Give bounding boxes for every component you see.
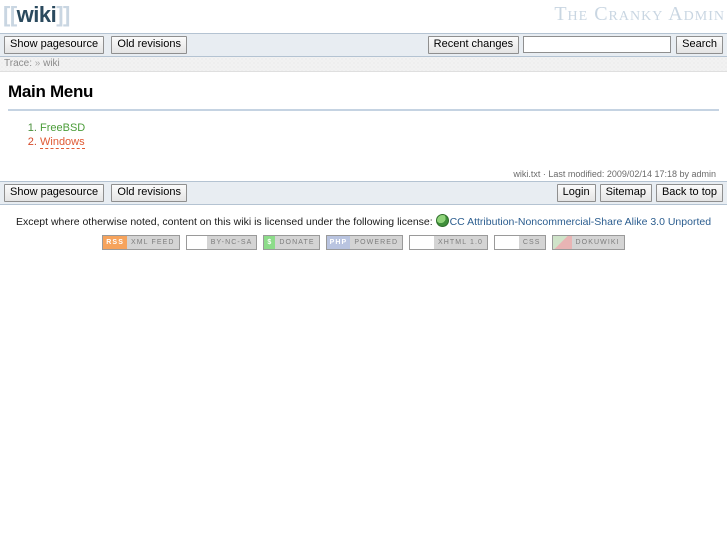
rss-feed-badge-label: XML FEED [126, 236, 179, 249]
bottom-toolbar-left-group: Show pagesource Old revisions [4, 184, 187, 202]
back-to-top-button[interactable]: Back to top [655, 184, 723, 202]
license-prefix-text: Except where otherwise noted, content on… [15, 216, 433, 228]
xhtml-valid-badge-label: XHTML 1.0 [433, 236, 488, 249]
php-badge[interactable]: PHP POWERED [325, 235, 404, 250]
title-divider [8, 109, 719, 111]
php-badge-mark: PHP [326, 236, 351, 249]
xhtml-valid-badge-mark: W3C [410, 236, 434, 249]
breadcrumb: Trace: » wiki [0, 57, 727, 72]
license-link[interactable]: CC Attribution-Noncommercial-Share Alike… [450, 216, 711, 228]
css-valid-badge-mark: W3C [495, 236, 519, 249]
bottom-toolbar: Show pagesource Old revisions Login Site… [0, 181, 727, 205]
breadcrumb-item-wiki[interactable]: wiki [43, 58, 60, 69]
cc-license-badge-label: BY-NC-SA [206, 236, 257, 249]
breadcrumb-label: Trace: [4, 58, 32, 69]
main-menu-list: FreeBSD Windows [24, 121, 719, 149]
cc-license-badge[interactable]: (cc) BY-NC-SA [185, 235, 258, 250]
wiki-link-windows[interactable]: Windows [40, 136, 85, 149]
creative-commons-globe-icon [435, 214, 449, 227]
recent-changes-button[interactable]: Recent changes [427, 36, 520, 54]
license-notice: Except where otherwise noted, content on… [0, 205, 727, 235]
page-title: Main Menu [8, 82, 94, 101]
logo-bracket-open: [[ [3, 2, 17, 27]
xhtml-valid-badge[interactable]: W3C XHTML 1.0 [409, 235, 489, 250]
dokuwiki-badge-mark [552, 236, 572, 249]
donate-badge-mark: $ [264, 236, 276, 249]
wiki-link-freebsd[interactable]: FreeBSD [40, 122, 85, 134]
old-revisions-button[interactable]: Old revisions [111, 36, 187, 54]
page-content: Main Menu FreeBSD Windows wiki.txt · Las… [0, 72, 727, 181]
show-pagesource-button-bottom[interactable]: Show pagesource [4, 184, 105, 202]
cc-license-badge-mark: (cc) [186, 236, 207, 249]
dokuwiki-badge[interactable]: DOKUWIKI [551, 235, 625, 250]
site-logo[interactable]: [[wiki]] [3, 2, 70, 28]
list-item: FreeBSD [40, 121, 719, 135]
top-toolbar: Show pagesource Old revisions Recent cha… [0, 33, 727, 57]
css-valid-badge-label: CSS [518, 236, 545, 249]
badge-row: RSS XML FEED (cc) BY-NC-SA $ DONATE PHP POWERED… [0, 235, 727, 254]
top-toolbar-left-group: Show pagesource Old revisions [4, 36, 187, 54]
sitemap-button[interactable]: Sitemap [599, 184, 652, 202]
top-toolbar-right-group: Recent changes Search [427, 36, 723, 54]
rss-feed-badge[interactable]: RSS XML FEED [102, 235, 180, 250]
php-badge-label: POWERED [350, 236, 403, 249]
site-title: The Cranky Admin [554, 3, 725, 25]
donate-badge[interactable]: $ DONATE [263, 235, 320, 250]
bottom-toolbar-right-group: Login Sitemap Back to top [556, 184, 723, 202]
list-item: Windows [40, 135, 719, 149]
donate-badge-label: DONATE [275, 236, 319, 249]
logo-bracket-close: ]] [56, 2, 70, 27]
document-info: wiki.txt · Last modified: 2009/02/14 17:… [513, 169, 716, 179]
show-pagesource-button[interactable]: Show pagesource [4, 36, 105, 54]
css-valid-badge[interactable]: W3C CSS [494, 235, 546, 250]
login-button[interactable]: Login [556, 184, 596, 202]
old-revisions-button-bottom[interactable]: Old revisions [111, 184, 187, 202]
search-input[interactable] [523, 36, 672, 53]
search-button[interactable]: Search [676, 36, 723, 54]
rss-feed-badge-mark: RSS [103, 236, 127, 249]
site-header: [[wiki]] The Cranky Admin [0, 0, 727, 33]
logo-wordmark: wiki [16, 2, 57, 27]
dokuwiki-badge-label: DOKUWIKI [571, 236, 624, 249]
breadcrumb-separator: » [34, 58, 41, 69]
